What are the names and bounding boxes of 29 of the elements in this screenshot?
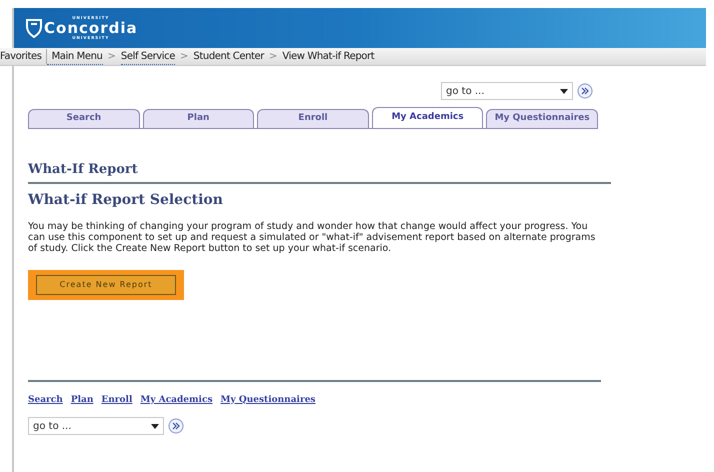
tab[interactable]: Enroll: [257, 109, 369, 128]
tab[interactable]: Search: [28, 109, 140, 128]
tab[interactable]: My Questionnaires: [486, 109, 598, 128]
nav-link[interactable]: My Questionnaires: [220, 394, 316, 407]
go-to-dropdown[interactable]: go to ...: [441, 82, 573, 100]
tab[interactable]: Plan: [142, 109, 254, 128]
breadcrumb-separator: >: [106, 50, 117, 64]
description-text: You may be thinking of changing your program of study and wonder how that change would affect your progress. You can use this component to set up and request a simulated or "what-if" advisement report based on alternate programs of study. Click the Create New Report button to set up your what-if scenario.: [28, 220, 596, 254]
breadcrumb-link[interactable]: Self Service: [120, 48, 176, 64]
breadcrumb-link[interactable]: View What-if Report: [282, 49, 374, 64]
caret-icon: [560, 88, 568, 94]
favorites-menu[interactable]: Favorites: [0, 49, 47, 64]
tab[interactable]: My Academics: [372, 107, 484, 128]
page-title: What-If Report: [28, 161, 139, 179]
breadcrumb-link[interactable]: Student Center: [193, 49, 264, 64]
nav-link[interactable]: My Academics: [140, 394, 213, 407]
caret-icon: [151, 424, 159, 428]
nav-link[interactable]: Plan: [70, 394, 94, 407]
go-icon[interactable]: [577, 83, 593, 99]
go-to-dropdown[interactable]: go to ...: [28, 417, 164, 435]
nav-link[interactable]: Search: [28, 394, 63, 407]
breadcrumb-link[interactable]: Main Menu: [46, 48, 102, 64]
go-icon[interactable]: [168, 418, 184, 434]
breadcrumb-separator: >: [179, 50, 190, 64]
create-new-report-button[interactable]: Create New Report: [36, 274, 176, 294]
shield-icon: [26, 18, 42, 38]
breadcrumb-separator: >: [268, 50, 278, 64]
nav-link[interactable]: Enroll: [101, 394, 132, 407]
section-title: What-if Report Selection: [28, 190, 224, 210]
